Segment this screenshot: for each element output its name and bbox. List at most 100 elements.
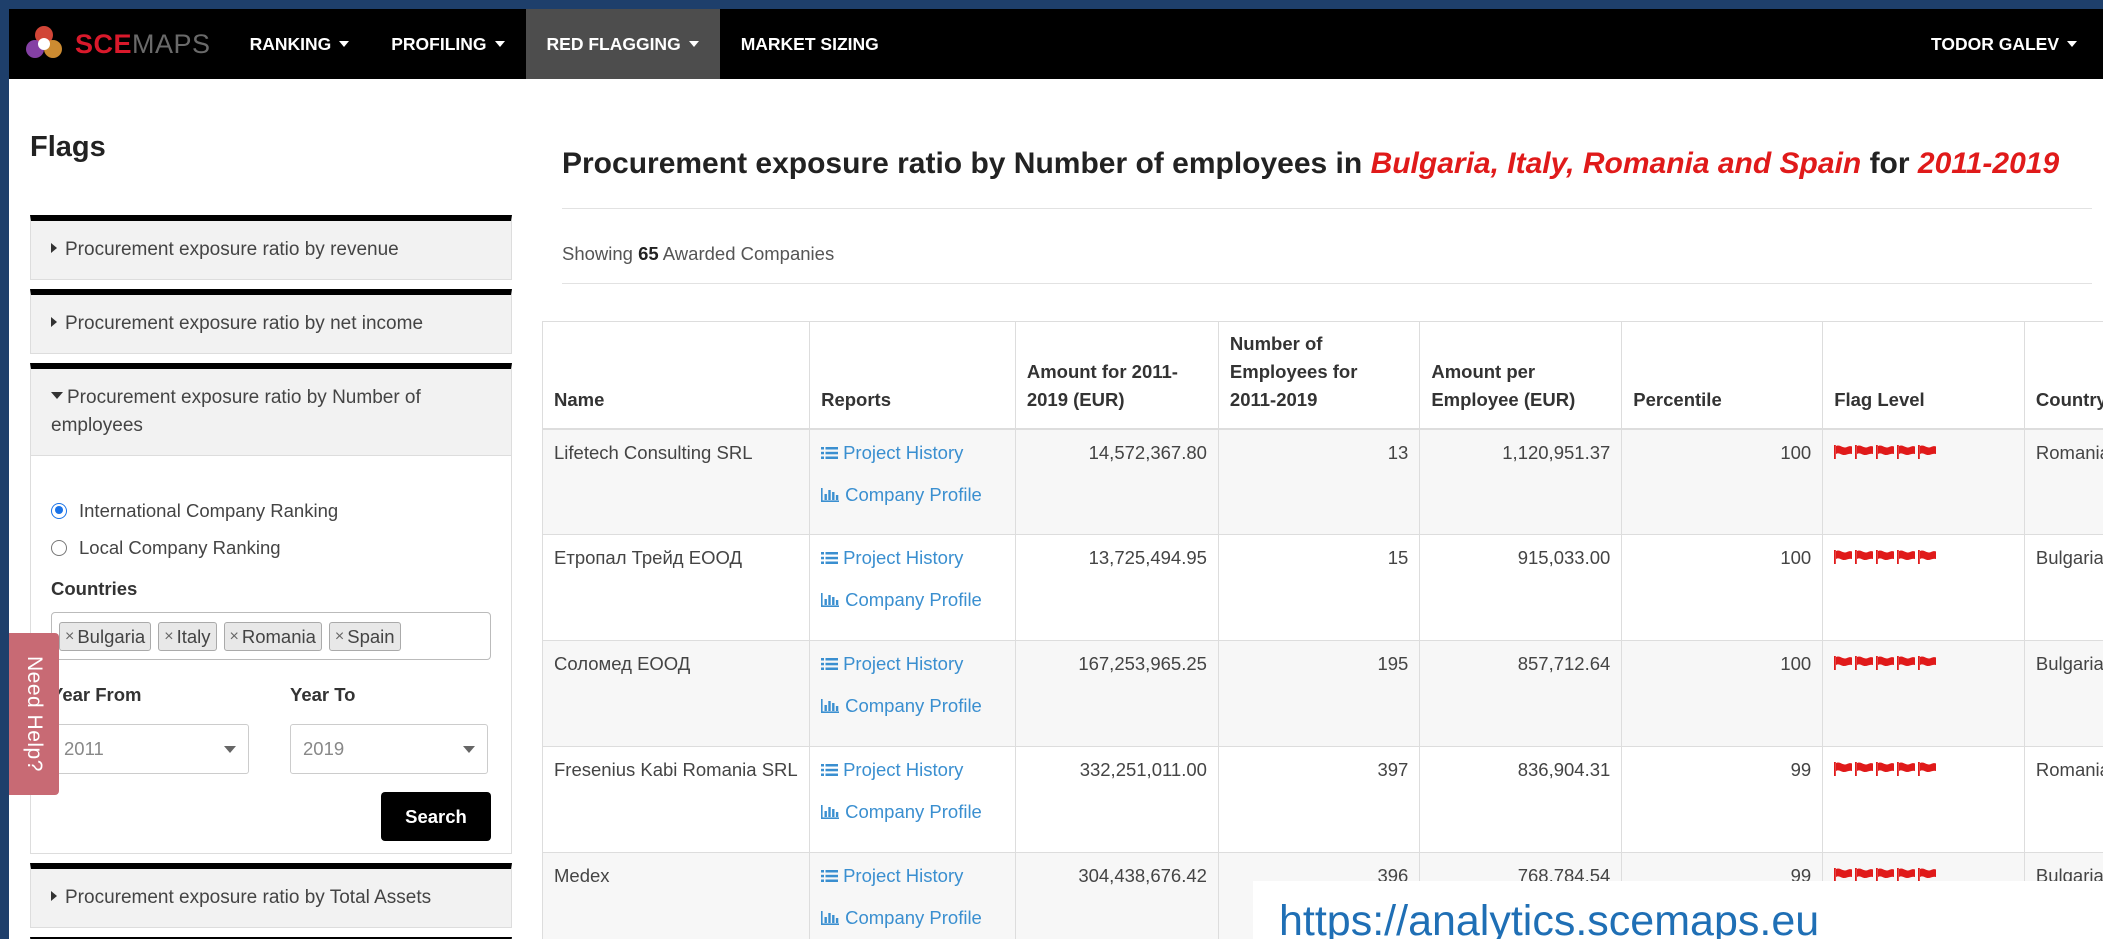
nav-market-sizing-label: MARKET SIZING [740, 33, 879, 54]
red-flag-icon [1876, 444, 1895, 459]
cell-per-employee: 836,904.31 [1419, 746, 1623, 853]
radio-button[interactable] [51, 539, 67, 556]
user-menu[interactable]: TODOR GALEV [1910, 9, 2085, 79]
company-profile-link[interactable]: Company Profile [821, 483, 1004, 507]
year-from-label: Year From [51, 684, 142, 705]
results-table-wrap: Name Reports Amount for 2011-2019 (EUR) … [541, 321, 2103, 939]
user-name: TODOR GALEV [1930, 33, 2059, 54]
company-profile-link[interactable]: Company Profile [821, 588, 1004, 612]
company-profile-link[interactable]: Company Profile [821, 800, 1004, 824]
radio-local-ranking[interactable]: Local Company Ranking [51, 529, 491, 566]
cell-employees: 397 [1217, 746, 1421, 853]
accordion-employees: Procurement exposure ratio by Number of … [30, 363, 512, 854]
title-prefix: Procurement exposure ratio by Number of … [562, 147, 1371, 180]
red-flag-icon [1876, 868, 1895, 882]
tag-label: Spain [347, 626, 395, 647]
link-label: Company Profile [845, 695, 982, 716]
nav-red-flagging-label: RED FLAGGING [546, 33, 681, 54]
scemaps-logo-icon [26, 26, 62, 58]
results-count: Showing 65 Awarded Companies [562, 243, 834, 265]
link-label: Company Profile [845, 907, 982, 928]
flag-level [1834, 652, 2013, 670]
red-flag-icon [1834, 868, 1853, 882]
countries-multiselect[interactable]: × Bulgaria × Italy × Romania × Spain [51, 612, 491, 660]
remove-tag-icon[interactable]: × [335, 625, 344, 648]
country-name: Bulgaria [2035, 547, 2103, 568]
company-profile-link[interactable]: Company Profile [821, 694, 1004, 718]
col-reports: Reports [809, 321, 1016, 430]
col-flag-level[interactable]: Flag Level [1822, 321, 2025, 430]
project-history-link[interactable]: Project History [821, 546, 1004, 570]
nav-ranking[interactable]: RANKING [229, 9, 371, 79]
radio-button[interactable] [51, 502, 67, 519]
cell-name: Lifetech Consulting SRL [541, 428, 811, 535]
red-flag-icon [1918, 868, 1937, 882]
logo[interactable]: SCE MAPS [23, 9, 211, 79]
cell-flag-level [1822, 534, 2025, 641]
year-from-select[interactable]: 2011 [51, 724, 249, 774]
remove-tag-icon[interactable]: × [230, 625, 239, 648]
brand-sce: SCE [75, 28, 133, 59]
bar-chart-icon [821, 699, 840, 713]
tag-label: Romania [241, 626, 316, 647]
accordion-header-net-income[interactable]: Procurement exposure ratio by net income [31, 295, 511, 353]
col-country[interactable]: Country [2023, 321, 2103, 430]
accordion-header-total-assets[interactable]: Procurement exposure ratio by Total Asse… [31, 869, 511, 927]
cell-flag-level [1822, 428, 2025, 535]
project-history-link[interactable]: Project History [821, 864, 1004, 888]
cell-amount: 167,253,965.25 [1014, 640, 1219, 747]
accordion-label: Procurement exposure ratio by Total Asse… [65, 887, 432, 908]
company-profile-link[interactable]: Company Profile [821, 906, 1004, 930]
col-percentile[interactable]: Percentile [1621, 321, 1824, 430]
showing-count: 65 [638, 243, 659, 264]
cell-per-employee: 857,712.64 [1419, 640, 1623, 747]
caret-down-icon [494, 41, 505, 47]
need-help-tab[interactable]: Need Help? [9, 633, 59, 795]
project-history-link[interactable]: Project History [821, 441, 1004, 465]
cell-country: Bulgaria [2023, 640, 2103, 747]
col-per-employee[interactable]: Amount per Employee (EUR) [1419, 321, 1623, 430]
nav-market-sizing[interactable]: MARKET SIZING [720, 9, 900, 79]
flag-level [1834, 864, 2013, 882]
triangle-right-icon [51, 890, 57, 901]
project-history-link[interactable]: Project History [821, 758, 1004, 782]
col-employees[interactable]: Number of Employees for 2011-2019 [1217, 321, 1421, 430]
triangle-right-icon [51, 316, 57, 327]
red-flag-icon [1834, 444, 1853, 459]
col-amount[interactable]: Amount for 2011-2019 (EUR) [1014, 321, 1219, 430]
radio-international-ranking[interactable]: International Company Ranking [51, 492, 491, 529]
cell-employees: 195 [1217, 640, 1421, 747]
search-button[interactable]: Search [381, 792, 491, 841]
red-flag-icon [1918, 656, 1937, 670]
remove-tag-icon[interactable]: × [164, 625, 173, 648]
red-flag-icon [1834, 762, 1853, 776]
cell-name: Fresenius Kabi Romania SRL [541, 746, 811, 853]
project-history-link[interactable]: Project History [821, 652, 1004, 676]
red-flag-icon [1855, 762, 1874, 776]
link-label: Project History [843, 653, 964, 674]
cell-flag-level [1822, 746, 2025, 853]
col-name[interactable]: Name [541, 321, 811, 430]
accordion-header-revenue[interactable]: Procurement exposure ratio by revenue [31, 221, 511, 279]
year-from-value: 2011 [64, 738, 104, 759]
country-tag: × Italy [158, 622, 217, 651]
flag-level [1834, 441, 2013, 459]
table-header-row: Name Reports Amount for 2011-2019 (EUR) … [541, 321, 2103, 430]
results-table: Name Reports Amount for 2011-2019 (EUR) … [541, 321, 2103, 939]
cell-reports: Project History Company Profile [809, 640, 1016, 747]
red-flag-icon [1855, 656, 1874, 670]
radio-label: International Company Ranking [79, 499, 339, 521]
flag-level [1834, 758, 2013, 776]
triangle-right-icon [51, 242, 57, 253]
cell-name: Соломед ЕООД [541, 640, 811, 747]
nav-profiling-label: PROFILING [391, 33, 487, 54]
accordion-header-employees[interactable]: Procurement exposure ratio by Number of … [31, 369, 511, 455]
nav-profiling[interactable]: PROFILING [370, 9, 525, 79]
country-tag: × Spain [328, 622, 401, 651]
red-flag-icon [1855, 444, 1874, 459]
nav-red-flagging[interactable]: RED FLAGGING [525, 9, 720, 79]
year-to-select[interactable]: 2019 [290, 724, 488, 774]
radio-label: Local Company Ranking [79, 536, 281, 558]
remove-tag-icon[interactable]: × [65, 625, 74, 648]
red-flag-icon [1855, 550, 1874, 564]
